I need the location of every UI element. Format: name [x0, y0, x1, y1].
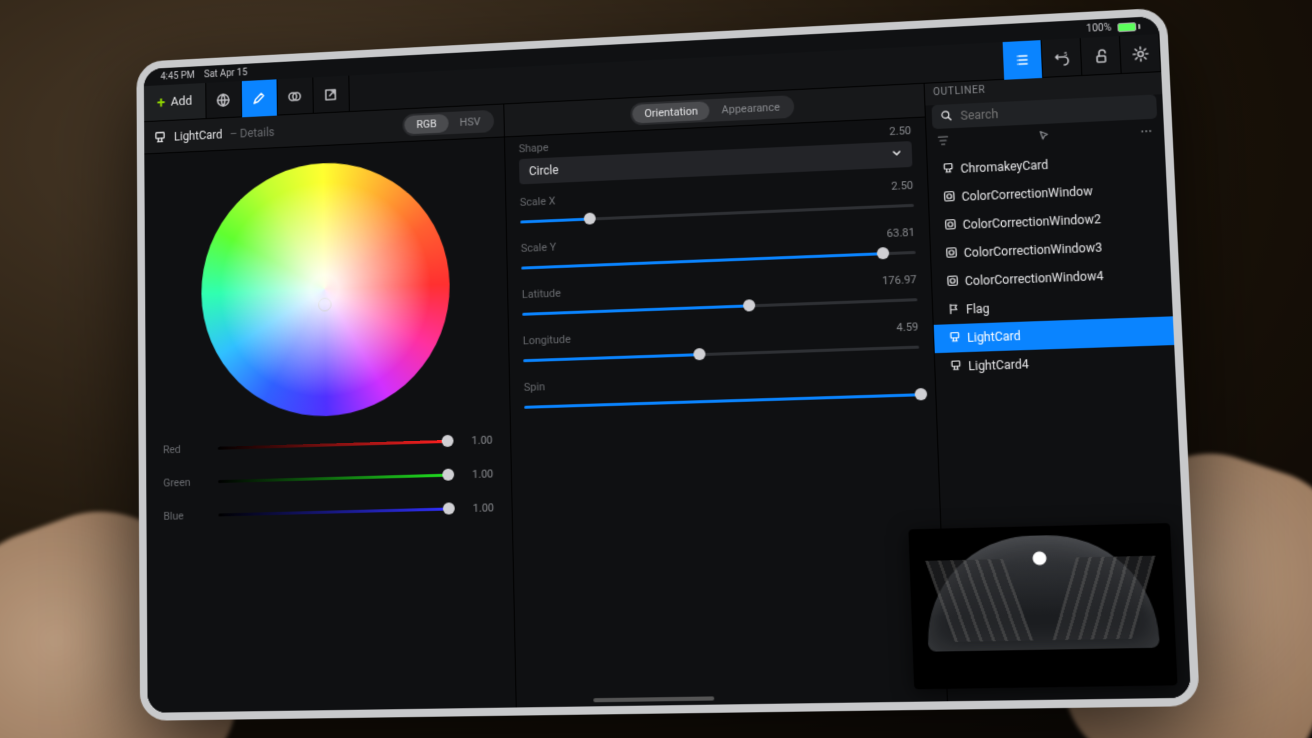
- red-value: 1.00: [455, 433, 492, 447]
- color-mode-toggle[interactable]: RGB HSV: [403, 110, 494, 137]
- svg-text:5: 5: [1063, 51, 1067, 57]
- prop-scale-x-value: 2.50: [891, 179, 913, 193]
- app-screen: 4:45 PM Sat Apr 15 100%: [144, 16, 1191, 713]
- rgb-sliders: Red 1.00 Green 1.00: [146, 418, 512, 547]
- lock-toggle[interactable]: [1081, 36, 1122, 76]
- ccw-icon: [943, 190, 956, 206]
- outliner-item-label: ColorCorrectionWindow3: [964, 240, 1103, 260]
- prop-spin-label: Spin: [524, 380, 545, 394]
- ccw-icon: [944, 218, 957, 234]
- outliner-item-label: Flag: [966, 302, 990, 317]
- outliner-item-label: ColorCorrectionWindow: [961, 184, 1093, 204]
- undo-history-button[interactable]: 5: [1042, 38, 1083, 78]
- stage-preview-dome: [924, 533, 1160, 652]
- scale-y-thumb[interactable]: [877, 247, 890, 260]
- add-button[interactable]: + Add: [144, 83, 207, 121]
- color-wheel-handle[interactable]: [318, 297, 332, 311]
- shape-dropdown-value: Circle: [529, 163, 559, 178]
- tool-edit[interactable]: [242, 79, 278, 117]
- prop-longitude: Longitude 4.59: [523, 320, 920, 369]
- prop-scale-y: Scale Y 63.81: [521, 226, 916, 277]
- red-slider-thumb[interactable]: [442, 435, 454, 447]
- ipad-device: 4:45 PM Sat Apr 15 100%: [136, 8, 1200, 721]
- red-slider[interactable]: [218, 439, 448, 449]
- prop-scale-y-label: Scale Y: [521, 241, 557, 255]
- green-slider-thumb[interactable]: [442, 469, 454, 481]
- outliner-item-label: LightCard: [967, 329, 1021, 345]
- blue-label: Blue: [163, 508, 210, 522]
- tool-mask[interactable]: [277, 77, 313, 115]
- status-battery-pct: 100%: [1086, 22, 1111, 34]
- scale-x-thumb[interactable]: [584, 212, 596, 224]
- color-mode-rgb[interactable]: RGB: [405, 114, 449, 134]
- panel-outliner-toggle[interactable]: [1003, 40, 1044, 80]
- outliner-search-input[interactable]: [958, 99, 1148, 124]
- ccw-icon: [946, 274, 959, 290]
- latitude-thumb[interactable]: [743, 299, 755, 311]
- prop-longitude-label: Longitude: [523, 333, 571, 348]
- longitude-thumb[interactable]: [693, 348, 705, 360]
- tab-appearance[interactable]: Appearance: [709, 97, 792, 120]
- color-mode-hsv[interactable]: HSV: [448, 112, 492, 132]
- prop-scale-x-label: Scale X: [520, 195, 556, 209]
- prop-scale-x: Scale X 2.50: [520, 179, 914, 230]
- prop-latitude-value: 176.97: [882, 273, 917, 287]
- detail-panel: LightCard – Details RGB HSV: [144, 104, 517, 712]
- blue-value: 1.00: [457, 501, 494, 515]
- outliner-item-label: ColorCorrectionWindow2: [962, 212, 1101, 232]
- settings-button[interactable]: [1120, 34, 1161, 74]
- red-label: Red: [163, 442, 210, 456]
- detail-object-name: LightCard: [174, 127, 222, 143]
- cursor-select-icon[interactable]: [1037, 130, 1050, 146]
- green-label: Green: [163, 475, 210, 489]
- color-wheel[interactable]: [200, 158, 452, 420]
- blue-slider[interactable]: [218, 507, 448, 516]
- prop-shape: Shape 2.50 Circle: [519, 124, 913, 184]
- green-slider[interactable]: [218, 473, 448, 482]
- outliner-item-label: LightCard4: [968, 357, 1029, 373]
- more-icon[interactable]: [1139, 125, 1154, 141]
- detail-section: – Details: [230, 125, 275, 141]
- search-icon: [940, 109, 953, 124]
- prop-spin: Spin: [524, 368, 922, 416]
- lightcard-icon: [153, 130, 166, 144]
- flag-icon: [947, 302, 960, 318]
- prop-latitude: Latitude 176.97: [522, 273, 918, 323]
- prop-scale-y-value: 63.81: [887, 226, 916, 240]
- tab-orientation[interactable]: Orientation: [632, 101, 710, 123]
- tool-globe[interactable]: [206, 81, 242, 119]
- battery-icon: [1117, 22, 1140, 32]
- lightcard-icon: [942, 162, 955, 178]
- lightcard-icon: [949, 359, 962, 375]
- prop-shape-label: Shape: [519, 141, 549, 155]
- outliner-item-label: ColorCorrectionWindow4: [965, 269, 1104, 288]
- outliner-item-label: ChromakeyCard: [960, 158, 1048, 176]
- green-value: 1.00: [456, 467, 493, 481]
- plus-icon: +: [157, 95, 165, 111]
- add-button-label: Add: [171, 94, 193, 109]
- prop-longitude-value: 4.59: [896, 320, 918, 334]
- blue-slider-thumb[interactable]: [443, 502, 455, 514]
- stage-preview[interactable]: [908, 523, 1177, 689]
- ccw-icon: [945, 246, 958, 262]
- prop-shape-num: 2.50: [889, 124, 911, 138]
- tool-popout[interactable]: [313, 75, 350, 113]
- spin-thumb[interactable]: [915, 388, 928, 401]
- status-time: 4:45 PM: [161, 70, 195, 82]
- lightcard-icon: [948, 330, 961, 346]
- prop-latitude-label: Latitude: [522, 287, 561, 301]
- filter-icon[interactable]: [937, 134, 950, 150]
- chevron-down-icon: [891, 147, 902, 161]
- orientation-appearance-toggle[interactable]: Orientation Appearance: [630, 95, 794, 125]
- status-date: Sat Apr 15: [204, 67, 247, 80]
- properties-panel: Orientation Appearance Shape 2.50: [504, 84, 948, 708]
